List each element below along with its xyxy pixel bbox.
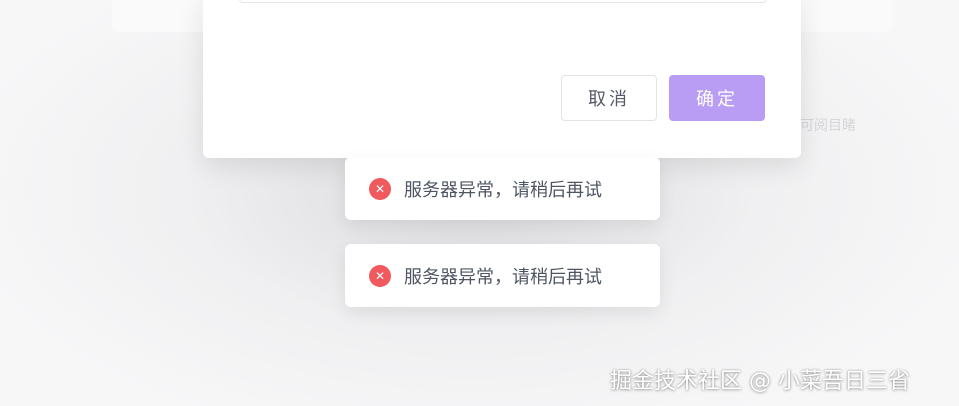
toast-message: 服务器异常，请稍后再试 [404, 179, 602, 201]
watermark: 掘金技术社区 @ 小菜吾日三省 [610, 369, 910, 394]
error-toast: ✕ 服务器异常，请稍后再试 [345, 244, 660, 307]
confirm-dialog: 取消 确定 [203, 0, 801, 158]
close-circle-icon: ✕ [369, 177, 391, 200]
confirm-button[interactable]: 确定 [669, 75, 765, 121]
cancel-button[interactable]: 取消 [561, 75, 657, 121]
error-toast: ✕ 服务器异常，请稍后再试 [345, 157, 660, 220]
toast-message: 服务器异常，请稍后再试 [404, 266, 602, 288]
dialog-input-field[interactable] [239, 0, 767, 3]
background-ghost-text: 可阅目睹 [800, 118, 856, 134]
close-circle-icon: ✕ [369, 264, 391, 287]
